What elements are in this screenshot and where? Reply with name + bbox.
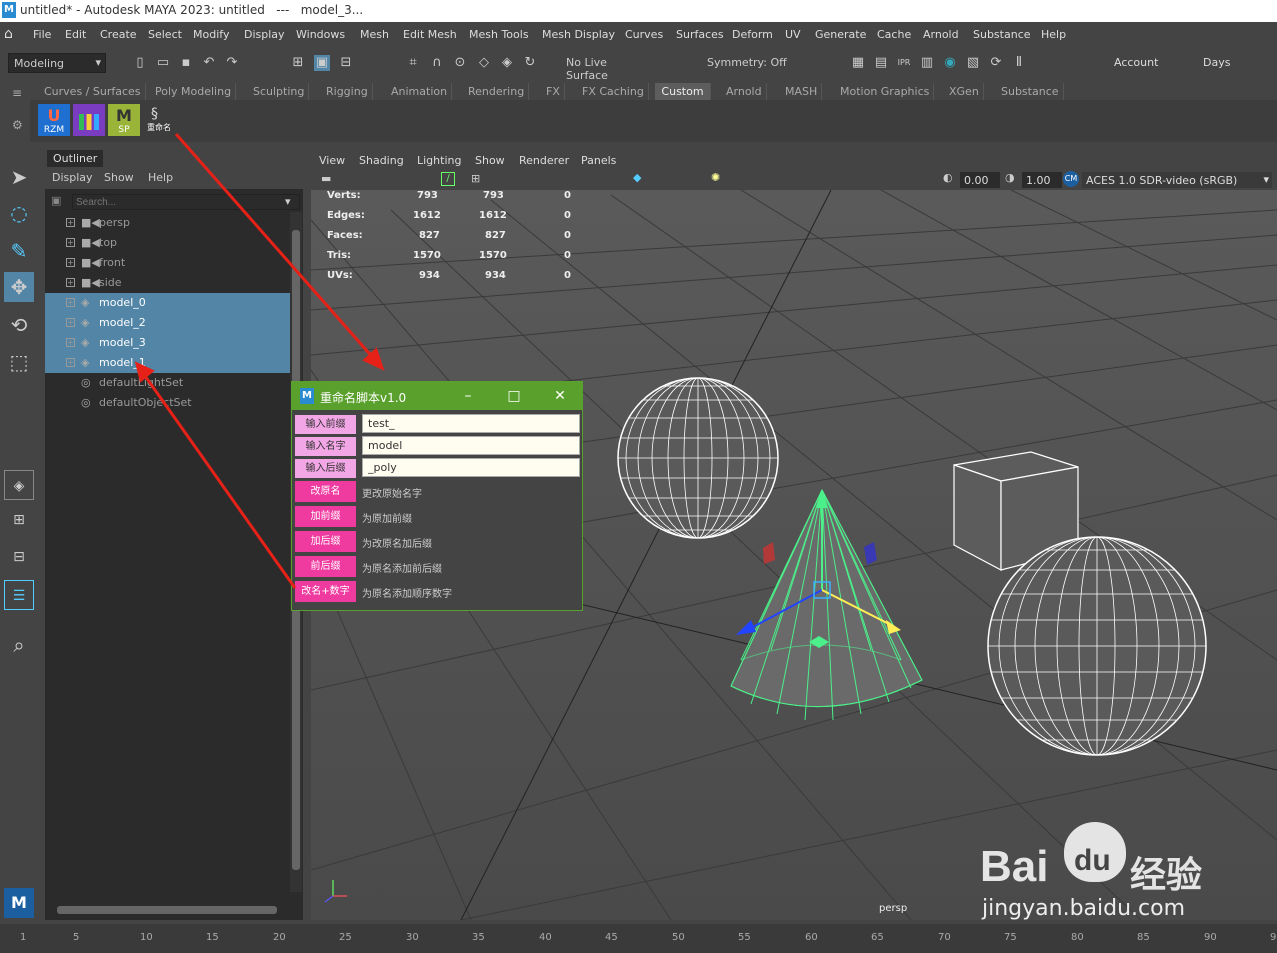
watermark-jingyan: 经验	[1130, 855, 1203, 896]
annotation-arrow-to-outliner	[141, 372, 297, 589]
watermark-url: jingyan.baidu.com	[982, 896, 1186, 921]
annotation-arrow-to-dialog	[174, 133, 377, 361]
watermark-du: du	[1074, 844, 1111, 877]
watermark-bai: Bai	[980, 842, 1049, 891]
annotation-arrows	[134, 133, 385, 589]
baidu-watermark: Bai du 经验 jingyan.baidu.com	[980, 820, 1220, 930]
